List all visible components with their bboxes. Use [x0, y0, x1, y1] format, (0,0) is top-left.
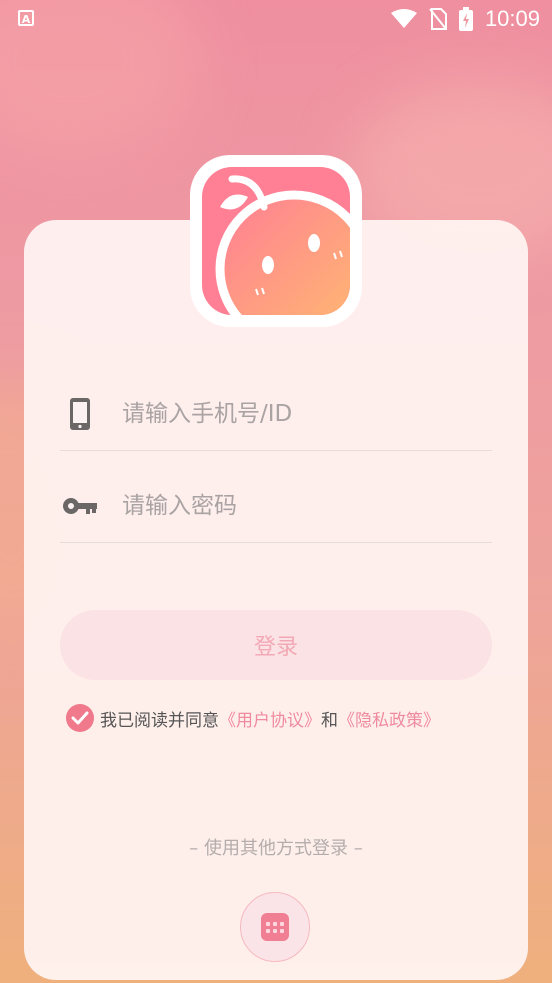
other-login-label: – 使用其他方式登录 –: [189, 838, 363, 859]
phone-field: [60, 388, 492, 451]
password-field: [60, 480, 492, 543]
keypad-icon: [261, 913, 289, 941]
checkmark-icon: [71, 711, 89, 725]
status-time: 10:09: [484, 6, 540, 31]
privacy-policy-link[interactable]: 《隐私政策》: [338, 706, 440, 731]
login-button[interactable]: 登录: [60, 610, 492, 680]
no-sim-icon: [429, 8, 447, 30]
peach-logo-icon: [202, 167, 350, 315]
user-agreement-link[interactable]: 《用户协议》: [219, 706, 321, 731]
status-icons: 10:09: [390, 6, 540, 32]
agreement-checkbox[interactable]: [66, 704, 94, 732]
agreement-and-text: 和: [321, 710, 338, 731]
app-logo: [190, 155, 362, 327]
phone-icon: [60, 394, 100, 434]
agreement-row: 我已阅读并同意 《用户协议》 和 《隐私政策》: [66, 704, 440, 732]
status-bar: A 10:09: [0, 0, 552, 38]
key-icon: [60, 486, 100, 526]
phone-input[interactable]: [122, 392, 482, 436]
password-input[interactable]: [122, 484, 482, 528]
wifi-icon: [390, 9, 417, 28]
alt-login-button[interactable]: [240, 892, 310, 962]
battery-charging-icon: [458, 7, 473, 31]
agreement-text: 我已阅读并同意: [100, 710, 219, 731]
login-card: [24, 220, 528, 980]
login-screen: A 10:09 请输入手机号/ID 登录 我已阅读并同意 《用户协议》 和 《隐…: [0, 0, 552, 983]
app-notification-icon: A: [18, 10, 34, 26]
